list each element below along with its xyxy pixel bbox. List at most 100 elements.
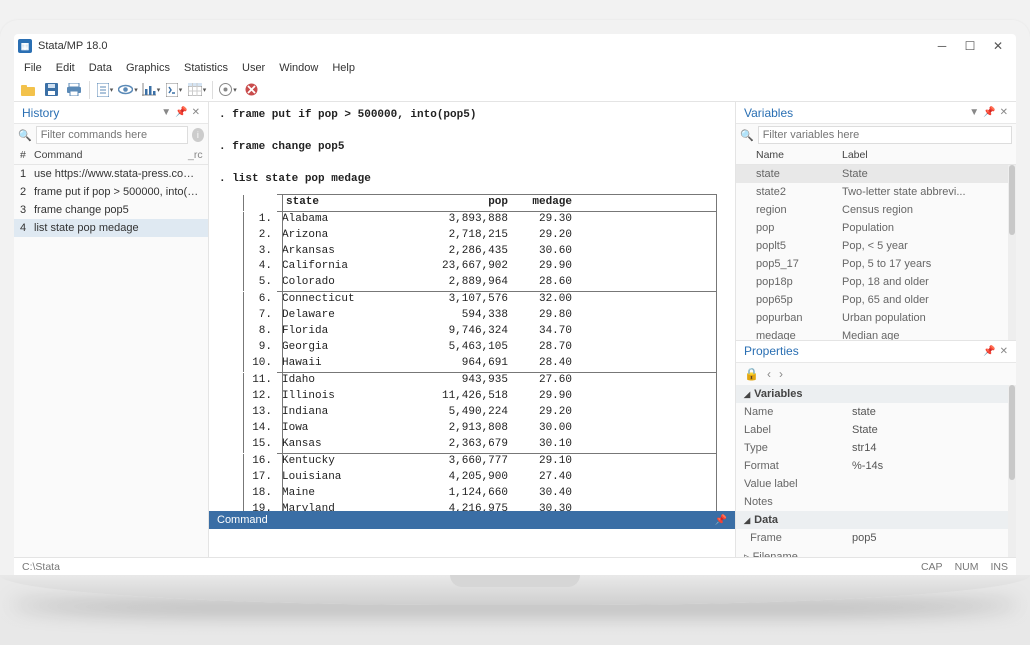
output-line: . frame change pop5 [219,140,725,156]
history-header: # Command _rc [14,146,208,165]
status-path: C:\Stata [22,561,60,573]
variables-col-name[interactable]: Name [750,146,836,164]
maximize-button[interactable]: ☐ [956,34,984,58]
history-row[interactable]: 3frame change pop5 [14,201,208,219]
menu-data[interactable]: Data [83,60,118,76]
menu-graphics[interactable]: Graphics [120,60,176,76]
log-button[interactable]: ▾ [95,80,115,100]
panel-close-icon[interactable]: ✕ [1000,107,1008,118]
pin-icon[interactable]: 📌 [715,515,727,526]
history-col-command[interactable]: Command [28,146,182,164]
break-button[interactable] [241,80,261,100]
variables-list: stateStatestate2Two-letter state abbrevi… [736,165,1016,340]
command-input[interactable] [209,529,735,557]
history-title-text: History [22,106,59,120]
variable-row[interactable]: stateState [736,165,1016,183]
variables-header: Name Label [736,146,1016,165]
history-filter-input[interactable] [36,126,188,144]
history-list: 1use https://www.stata-press.com/data/..… [14,165,208,237]
variable-row[interactable]: popurbanUrban population [736,309,1016,327]
filter-icon[interactable]: ▼ [969,107,979,118]
variable-row[interactable]: pop5_17Pop, 5 to 17 years [736,255,1016,273]
history-title: History ▼ 📌 ✕ [14,102,208,124]
search-icon: 🔍 [740,129,754,142]
menu-user[interactable]: User [236,60,271,76]
right-panels: Variables ▼ 📌 ✕ 🔍 Name Label [736,102,1016,557]
history-row[interactable]: 2frame put if pop > 500000, into(pop5) [14,183,208,201]
variables-filter-input[interactable] [758,126,1012,144]
property-row[interactable]: Framepop5 [736,529,1016,547]
history-row[interactable]: 1use https://www.stata-press.com/data/..… [14,165,208,183]
variable-row[interactable]: popPopulation [736,219,1016,237]
variable-row[interactable]: regionCensus region [736,201,1016,219]
variables-panel: Variables ▼ 📌 ✕ 🔍 Name Label [736,102,1016,341]
variable-row[interactable]: pop18pPop, 18 and older [736,273,1016,291]
property-row[interactable]: Value label [736,475,1016,493]
scrollbar[interactable] [1008,165,1016,340]
history-col-rc[interactable]: _rc [182,146,208,164]
variable-row[interactable]: pop65pPop, 65 and older [736,291,1016,309]
variables-title: Variables [744,106,793,120]
open-button[interactable] [18,80,38,100]
laptop-frame: ▦ Stata/MP 18.0 ─ ☐ ✕ File Edit Data Gra… [0,20,1030,605]
properties-title: Properties [744,344,799,358]
variable-row[interactable]: medageMedian age [736,327,1016,340]
graph-button[interactable]: ▾ [141,80,161,100]
lock-icon[interactable]: 🔒 [744,367,759,381]
history-filter: 🔍 i [14,124,208,146]
variables-col-label[interactable]: Label [836,146,1016,164]
results-output: . frame put if pop > 500000, into(pop5) … [209,102,735,511]
window-title: Stata/MP 18.0 [38,40,108,52]
variable-row[interactable]: poplt5Pop, < 5 year [736,237,1016,255]
dofile-button[interactable]: ▾ [164,80,184,100]
close-button[interactable]: ✕ [984,34,1012,58]
status-ins: INS [990,561,1008,573]
results-panel: . frame put if pop > 500000, into(pop5) … [209,102,736,557]
property-row[interactable]: Namestate [736,403,1016,421]
properties-section-variables[interactable]: ◢Variables [736,385,1016,403]
menu-help[interactable]: Help [326,60,361,76]
menu-statistics[interactable]: Statistics [178,60,234,76]
property-row[interactable]: ▹ Filename [736,547,1016,557]
properties-section-data[interactable]: ◢Data [736,511,1016,529]
panel-close-icon[interactable]: ✕ [192,107,200,118]
pin-icon[interactable]: 📌 [175,107,187,118]
titlebar: ▦ Stata/MP 18.0 ─ ☐ ✕ [14,34,1016,58]
laptop-base [0,575,1030,605]
menu-edit[interactable]: Edit [50,60,81,76]
property-row[interactable]: LabelState [736,421,1016,439]
prev-icon[interactable]: ‹ [767,367,771,381]
toolbar: ▾ ▾ ▾ ▾ ▾ ▾ [14,78,1016,102]
output-line: . list state pop medage [219,172,725,188]
menubar: File Edit Data Graphics Statistics User … [14,58,1016,78]
next-icon[interactable]: › [779,367,783,381]
pin-icon[interactable]: 📌 [983,107,995,118]
print-button[interactable] [64,80,84,100]
property-row[interactable]: Format%-14s [736,457,1016,475]
property-row[interactable]: Typestr14 [736,439,1016,457]
properties-panel: Properties 📌 ✕ 🔒 ‹ › ◢VariablesNamestate… [736,341,1016,557]
minimize-button[interactable]: ─ [928,34,956,58]
menu-file[interactable]: File [18,60,48,76]
panel-close-icon[interactable]: ✕ [1000,346,1008,357]
toolbar-separator [212,81,213,99]
filter-icon[interactable]: ▼ [161,107,171,118]
status-num: NUM [955,561,979,573]
more-button[interactable]: ▾ [218,80,238,100]
scrollbar[interactable] [1008,385,1016,557]
menu-window[interactable]: Window [273,60,324,76]
app-icon: ▦ [18,39,32,53]
save-button[interactable] [41,80,61,100]
status-cap: CAP [921,561,943,573]
info-icon[interactable]: i [192,128,204,142]
history-row[interactable]: 4list state pop medage [14,219,208,237]
command-titlebar: Command 📌 [209,511,735,529]
output-line: . frame put if pop > 500000, into(pop5) [219,108,725,124]
variable-row[interactable]: state2Two-letter state abbrevi... [736,183,1016,201]
listing-table: statepopmedage1.Alabama3,893,88829.302.A… [243,194,717,511]
data-editor-button[interactable]: ▾ [187,80,207,100]
viewer-button[interactable]: ▾ [118,80,138,100]
property-row[interactable]: Notes [736,493,1016,511]
properties-nav: 🔒 ‹ › [736,363,1016,385]
pin-icon[interactable]: 📌 [983,346,995,357]
